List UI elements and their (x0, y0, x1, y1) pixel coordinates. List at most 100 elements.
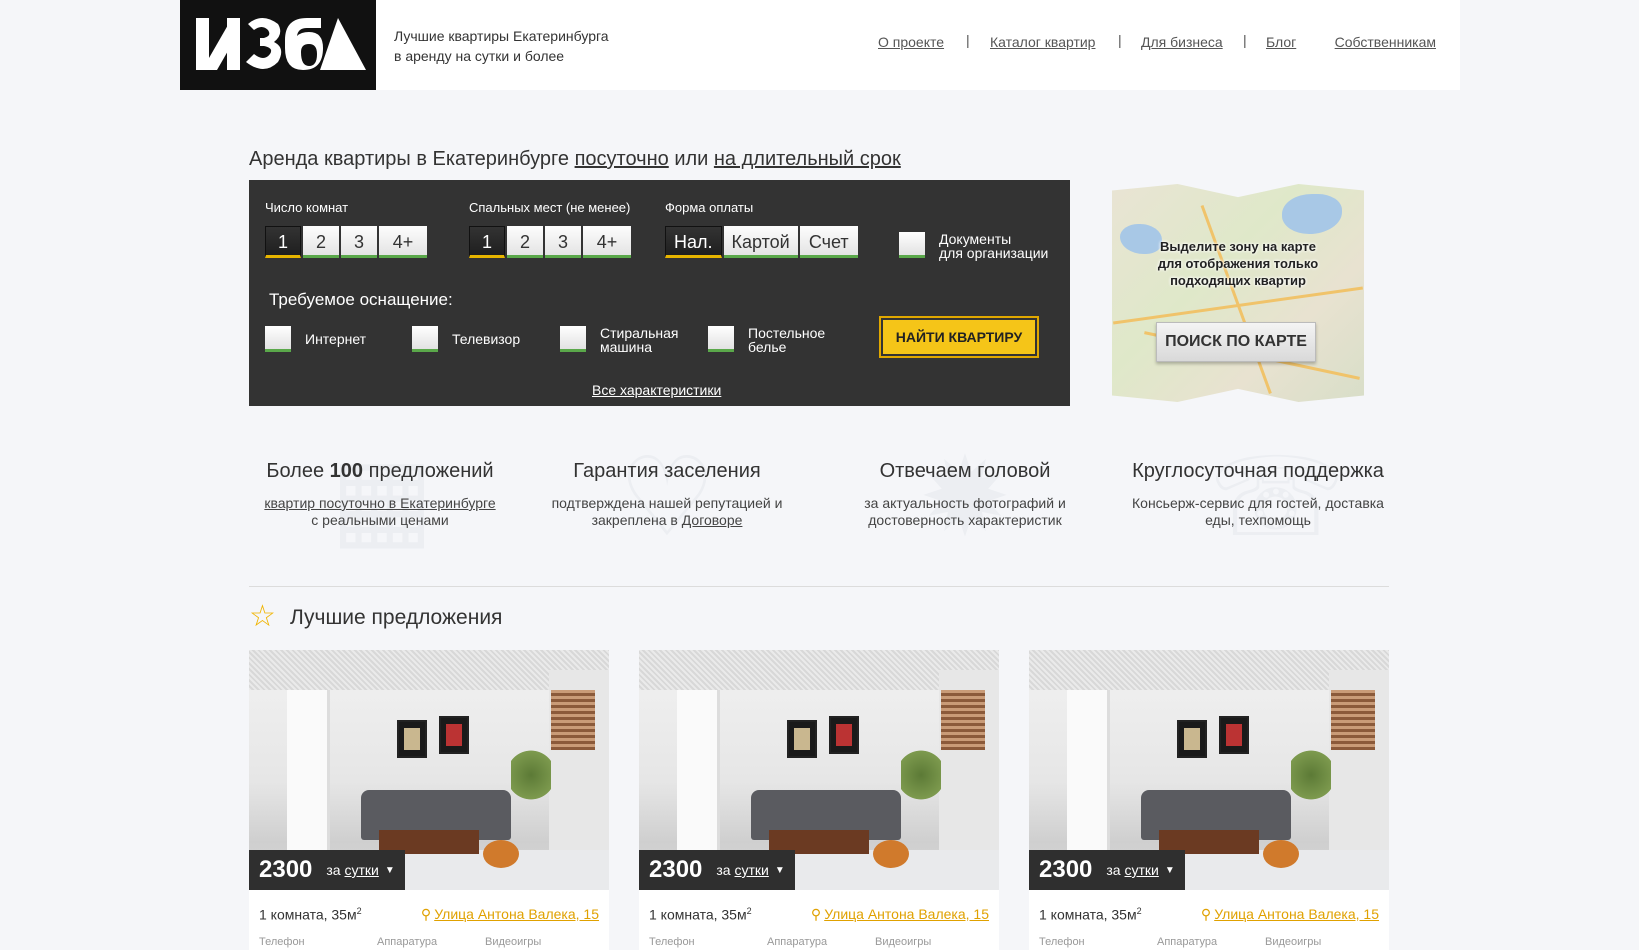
map-search-widget[interactable]: Выделите зону на карте для отображения т… (1112, 184, 1364, 402)
map-pin-icon: ⚲ (420, 906, 432, 922)
map-hint-3: подходящих квартир (1170, 273, 1306, 288)
heading-middle: или (674, 148, 709, 170)
nav-separator: | (1243, 32, 1247, 48)
nav-separator: | (1118, 32, 1122, 48)
payment-invoice[interactable]: Счет (799, 226, 858, 258)
feature-text-line: достоверность характеристик (868, 512, 1062, 528)
beds-option-4plus[interactable]: 4+ (583, 226, 631, 258)
docs-label-2: для организации (939, 245, 1049, 261)
map-hint-1: Выделите зону на карте (1160, 239, 1316, 254)
price-period: за сутки (716, 862, 769, 878)
map-hint: Выделите зону на карте для отображения т… (1148, 238, 1328, 289)
address-link[interactable]: ⚲ Улица Антона Валека, 15 (811, 906, 989, 923)
rooms-option-4plus[interactable]: 4+ (379, 226, 427, 258)
linen-label-2: белье (748, 339, 787, 355)
caret-down-icon[interactable]: ▼ (775, 865, 785, 876)
caret-down-icon[interactable]: ▼ (385, 865, 395, 876)
amenity-equipment: Аппаратура (1157, 936, 1218, 948)
amenity-phone: Телефон (1039, 936, 1085, 948)
rooms-area: 1 комната, 35м2 (1039, 906, 1142, 923)
address-link[interactable]: ⚲ Улица Антона Валека, 15 (421, 906, 599, 923)
washer-label-2: машина (600, 339, 652, 355)
payment-cash[interactable]: Нал. (665, 226, 722, 258)
price-value: 2300 (1039, 856, 1093, 883)
rooms-option-2[interactable]: 2 (303, 226, 339, 258)
contract-link[interactable]: Договоре (682, 512, 743, 528)
washer-checkbox[interactable] (560, 326, 586, 352)
map-road (1200, 204, 1272, 394)
rooms-area: 1 комната, 35м2 (649, 906, 752, 923)
all-characteristics-link[interactable]: Все характеристики (592, 382, 721, 398)
linen-label: Постельное белье (748, 326, 825, 354)
feature-text-line: еды, техпомощь (1205, 512, 1311, 528)
nav-blog[interactable]: Блог (1266, 34, 1296, 50)
beds-option-3[interactable]: 3 (545, 226, 581, 258)
feature-title: Круглосуточная поддержка (1132, 460, 1384, 482)
daily-rent-link[interactable]: посуточно (575, 148, 669, 170)
beds-label: Спальных мест (не менее) (469, 200, 631, 215)
nav-separator: | (966, 32, 970, 48)
izba-logo[interactable] (180, 0, 376, 90)
period-dropdown[interactable]: сутки (735, 862, 769, 878)
beds-selector: 1 2 3 4+ (469, 226, 631, 258)
nav-owners[interactable]: Собственникам (1335, 34, 1436, 50)
nav-catalog[interactable]: Каталог квартир (990, 34, 1095, 50)
feature-text: квартир посуточно в Екатеринбурге с реал… (235, 495, 525, 529)
amenity-games: Видеоигры (1265, 936, 1322, 948)
long-term-link[interactable]: на длительный срок (714, 148, 901, 170)
header-tagline: Лучшие квартиры Екатеринбурга в аренду н… (394, 26, 634, 66)
section-divider (249, 586, 1389, 587)
rooms-option-3[interactable]: 3 (341, 226, 377, 258)
tagline-line-1: Лучшие квартиры Екатеринбурга (394, 28, 609, 44)
feature-text-line: закреплена в (591, 512, 678, 528)
map-lake (1282, 194, 1342, 234)
heading-prefix: Аренда квартиры в Екатеринбурге (249, 148, 570, 170)
amenity-games: Видеоигры (875, 936, 932, 948)
linen-checkbox[interactable] (708, 326, 734, 352)
offer-card[interactable]: 2300 за сутки ▼ 1 комната, 35м2 ⚲ Улица А… (1029, 650, 1389, 950)
find-apartment-button[interactable]: НАЙТИ КВАРТИРУ (879, 316, 1039, 358)
price-period: за сутки (1106, 862, 1159, 878)
feature-responsibility: ✹ Отвечаем головой за актуальность фотог… (820, 438, 1110, 558)
period-dropdown[interactable]: сутки (1125, 862, 1159, 878)
map-pin-icon: ⚲ (1200, 906, 1212, 922)
tagline-line-2: в аренду на сутки и более (394, 48, 565, 64)
payment-selector: Нал. Картой Счет (665, 226, 858, 258)
rooms-option-1[interactable]: 1 (265, 226, 301, 258)
site-header: Лучшие квартиры Екатеринбурга в аренду н… (180, 0, 1460, 90)
docs-checkbox[interactable] (899, 232, 925, 258)
washer-label: Стиральная машина (600, 326, 678, 354)
price-badge: 2300 за сутки ▼ (249, 850, 405, 890)
feature-title: Гарантия заселения (573, 460, 761, 482)
payment-card[interactable]: Картой (723, 226, 798, 258)
tv-checkbox[interactable] (412, 326, 438, 352)
address-link[interactable]: ⚲ Улица Антона Валека, 15 (1201, 906, 1379, 923)
feature-title: Более 100 предложений (266, 460, 494, 482)
amenity-equipment: Аппаратура (377, 936, 438, 948)
period-dropdown[interactable]: сутки (345, 862, 379, 878)
price-value: 2300 (259, 856, 313, 883)
offer-card[interactable]: 2300 за сутки ▼ 1 комната, 35м2 ⚲ Улица А… (639, 650, 999, 950)
nav-about[interactable]: О проекте (878, 34, 944, 50)
nav-business[interactable]: Для бизнеса (1141, 34, 1223, 50)
feature-title: Отвечаем головой (879, 460, 1051, 482)
search-panel: Число комнат 1 2 3 4+ Спальных мест (не … (249, 180, 1070, 406)
internet-checkbox[interactable] (265, 326, 291, 352)
amenity-games: Видеоигры (485, 936, 542, 948)
feature-text: подтверждена нашей репутацией и закрепле… (522, 495, 812, 529)
feature-text-line: подтверждена нашей репутацией и (551, 495, 783, 511)
price-period: за сутки (326, 862, 379, 878)
offer-card[interactable]: 2300 за сутки ▼ 1 комната, 35м2 ⚲ Улица А… (249, 650, 609, 950)
feature-text-line: Консьерж-сервис для гостей, доставка (1132, 495, 1384, 511)
daily-apartments-link[interactable]: квартир посуточно в Екатеринбурге (264, 495, 495, 511)
caret-down-icon[interactable]: ▼ (1165, 865, 1175, 876)
feature-text: за актуальность фотографий и достовернос… (820, 495, 1110, 529)
feature-guarantee: ♡ Гарантия заселения подтверждена нашей … (522, 438, 812, 558)
map-search-button[interactable]: ПОИСК ПО КАРТЕ (1156, 322, 1316, 362)
beds-option-2[interactable]: 2 (507, 226, 543, 258)
beds-option-1[interactable]: 1 (469, 226, 505, 258)
amenity-equipment: Аппаратура (767, 936, 828, 948)
price-badge: 2300 за сутки ▼ (639, 850, 795, 890)
payment-label: Форма оплаты (665, 200, 754, 215)
washer-label-1: Стиральная (600, 325, 679, 341)
